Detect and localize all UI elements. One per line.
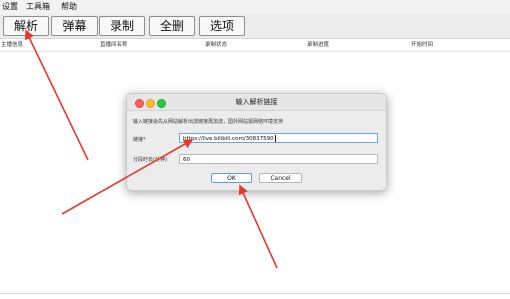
- dialog-hint: 输入链接会先从网站解析出流链接再加流，国外网站需网络环境支持: [133, 119, 284, 125]
- bottom-divider: [0, 293, 510, 294]
- toolbar: 解析 弹幕 录制 全删 选项: [0, 14, 510, 39]
- column-header-record-status[interactable]: 录制状态: [205, 39, 227, 51]
- column-header-streamer[interactable]: 主播信息: [1, 39, 23, 51]
- text-caret: [274, 135, 276, 142]
- options-button[interactable]: 选项: [199, 16, 245, 36]
- segment-duration-value: 60: [183, 157, 190, 163]
- danmaku-button[interactable]: 弹幕: [51, 16, 98, 36]
- parse-link-dialog: 输入解析链接 输入链接会先从网站解析出流链接再加流，国外网站需网络环境支持 链接…: [126, 93, 387, 191]
- menu-settings[interactable]: 设置: [2, 0, 18, 14]
- dialog-title: 输入解析链接: [235, 98, 278, 106]
- parse-button[interactable]: 解析: [3, 16, 49, 36]
- column-header-start-time[interactable]: 开始时间: [411, 39, 433, 51]
- table-header: 主播信息 直播间名称 录制状态 录制进度 开始时间: [0, 39, 510, 52]
- segment-duration-input[interactable]: 60: [179, 154, 378, 164]
- menu-toolbox[interactable]: 工具箱: [26, 0, 50, 14]
- dialog-titlebar[interactable]: 输入解析链接: [127, 94, 386, 111]
- ok-button[interactable]: OK: [211, 173, 252, 183]
- record-button[interactable]: 录制: [99, 16, 145, 36]
- menu-help[interactable]: 帮助: [61, 0, 77, 14]
- cancel-button[interactable]: Cancel: [259, 173, 302, 183]
- column-header-record-progress[interactable]: 录制进度: [307, 39, 329, 51]
- menu-bar: 设置 工具箱 帮助: [0, 0, 510, 14]
- link-input[interactable]: https://live.bilibili.com/30837590: [179, 133, 378, 143]
- segment-duration-label: 分段时长(分钟): [133, 157, 167, 163]
- delete-all-button[interactable]: 全删: [149, 16, 195, 36]
- column-header-room-name[interactable]: 直播间名称: [100, 39, 128, 51]
- link-input-value: https://live.bilibili.com/30837590: [183, 136, 274, 142]
- link-label: 链接*: [133, 137, 146, 143]
